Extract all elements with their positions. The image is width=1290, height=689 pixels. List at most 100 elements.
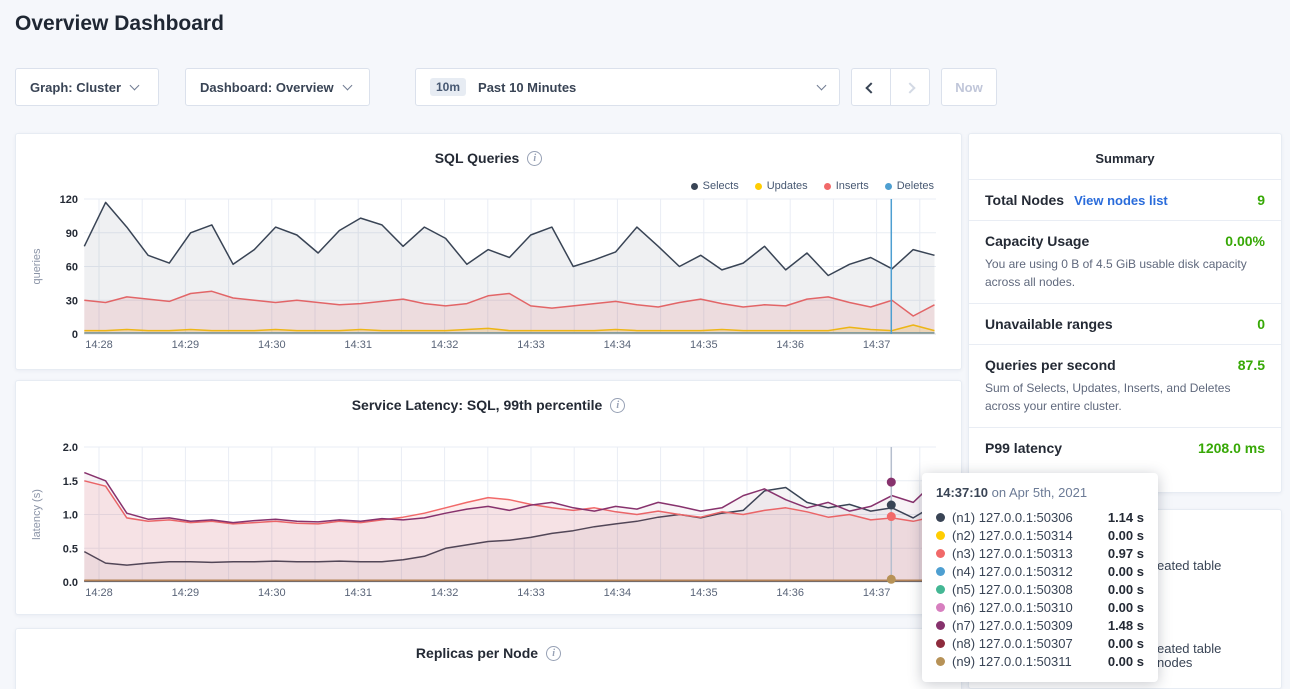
summary-row-p99-latency: P99 latency 1208.0 ms	[969, 427, 1281, 468]
graph-dropdown[interactable]: Graph: Cluster	[15, 68, 159, 106]
svg-text:14:33: 14:33	[517, 587, 545, 599]
chevron-left-icon	[865, 82, 876, 93]
tooltip-row: (n5) 127.0.0.1:503080.00 s	[936, 580, 1144, 598]
svg-text:queries: queries	[31, 248, 43, 285]
chevron-down-icon	[130, 80, 140, 90]
tooltip-row: (n2) 127.0.0.1:503140.00 s	[936, 526, 1144, 544]
summary-description: Sum of Selects, Updates, Inserts, and De…	[985, 379, 1265, 415]
dashboard-dropdown[interactable]: Dashboard: Overview	[185, 68, 370, 106]
overview-dashboard-page: Overview Dashboard Graph: Cluster Dashbo…	[0, 0, 1290, 689]
svg-text:60: 60	[66, 262, 78, 274]
series-dot	[936, 639, 945, 648]
summary-label: Total Nodes	[985, 192, 1064, 208]
svg-text:30: 30	[66, 295, 78, 307]
svg-text:14:36: 14:36	[776, 587, 804, 599]
summary-label: P99 latency	[985, 440, 1062, 456]
series-dot	[936, 531, 945, 540]
chevron-right-icon	[904, 82, 915, 93]
svg-text:14:34: 14:34	[604, 339, 632, 351]
summary-row-capacity-usage: Capacity Usage 0.00% You are using 0 B o…	[969, 220, 1281, 303]
svg-text:14:37: 14:37	[863, 587, 891, 599]
chevron-down-icon	[342, 80, 352, 90]
svg-text:1.0: 1.0	[63, 510, 78, 522]
summary-row-unavailable-ranges: Unavailable ranges 0	[969, 303, 1281, 344]
time-range-dropdown[interactable]: 10m Past 10 Minutes	[415, 68, 840, 106]
tooltip-timestamp: 14:37:10 on Apr 5th, 2021	[936, 485, 1144, 500]
svg-text:14:34: 14:34	[604, 587, 632, 599]
time-prev-button[interactable]	[851, 68, 891, 106]
svg-text:14:30: 14:30	[258, 587, 286, 599]
sql-queries-chart[interactable]: 0 30 60 90 120 14:28 14:29 14:30 14:31 14:32 14:33…	[16, 134, 963, 371]
tooltip-row: (n7) 127.0.0.1:503091.48 s	[936, 616, 1144, 634]
view-nodes-list-link[interactable]: View nodes list	[1074, 193, 1168, 208]
service-latency-chart[interactable]: 0.0 0.5 1.0 1.5 2.0 14:28 14:29 14:30 14:31 14:32…	[16, 381, 963, 616]
summary-row-queries-per-second: Queries per second 87.5 Sum of Selects, …	[969, 344, 1281, 427]
summary-title: Summary	[969, 134, 1281, 179]
page-title: Overview Dashboard	[15, 12, 224, 36]
summary-value: 0.00%	[1225, 233, 1265, 249]
svg-text:14:35: 14:35	[690, 339, 718, 351]
chevron-down-icon	[817, 80, 827, 90]
series-dot	[936, 621, 945, 630]
svg-text:14:29: 14:29	[172, 587, 200, 599]
series-dot	[936, 513, 945, 522]
tooltip-row: (n3) 127.0.0.1:503130.97 s	[936, 544, 1144, 562]
svg-text:0.5: 0.5	[63, 543, 78, 555]
replicas-per-node-card: Replicas per Node i	[15, 628, 962, 689]
summary-value: 87.5	[1238, 357, 1265, 373]
event-item: eated table	[1157, 641, 1221, 656]
svg-text:14:37: 14:37	[863, 339, 891, 351]
chart-tooltip: 14:37:10 on Apr 5th, 2021 (n1) 127.0.0.1…	[922, 473, 1158, 682]
series-dot	[936, 567, 945, 576]
summary-label: Unavailable ranges	[985, 316, 1113, 332]
svg-text:2.0: 2.0	[63, 442, 78, 454]
series-dot	[936, 657, 945, 666]
svg-text:14:36: 14:36	[776, 339, 804, 351]
svg-text:14:28: 14:28	[85, 339, 113, 351]
svg-text:14:32: 14:32	[431, 339, 459, 351]
svg-text:0: 0	[72, 329, 78, 341]
svg-text:14:35: 14:35	[690, 587, 718, 599]
svg-text:latency (s): latency (s)	[31, 489, 43, 540]
svg-text:14:28: 14:28	[85, 587, 113, 599]
svg-text:14:29: 14:29	[172, 339, 200, 351]
svg-text:1.5: 1.5	[63, 476, 78, 488]
svg-text:14:31: 14:31	[344, 587, 372, 599]
tooltip-row: (n6) 127.0.0.1:503100.00 s	[936, 598, 1144, 616]
tooltip-row: (n1) 127.0.0.1:503061.14 s	[936, 508, 1144, 526]
summary-value: 1208.0 ms	[1198, 440, 1265, 456]
svg-text:14:33: 14:33	[517, 339, 545, 351]
series-dot	[936, 549, 945, 558]
svg-text:90: 90	[66, 228, 78, 240]
summary-value: 0	[1257, 316, 1265, 332]
summary-row-total-nodes: Total Nodes View nodes list 9	[969, 179, 1281, 220]
summary-value: 9	[1257, 192, 1265, 208]
series-dot	[936, 603, 945, 612]
dashboard-dropdown-label: Dashboard: Overview	[200, 80, 334, 95]
summary-panel: Summary Total Nodes View nodes list 9 Ca…	[968, 133, 1282, 493]
summary-description: You are using 0 B of 4.5 GiB usable disk…	[985, 255, 1265, 291]
service-latency-card: Service Latency: SQL, 99th percentile i …	[15, 380, 962, 615]
svg-text:120: 120	[60, 194, 78, 206]
summary-label: Capacity Usage	[985, 233, 1089, 249]
series-dot	[936, 585, 945, 594]
chart-title: Replicas per Node i	[16, 629, 961, 661]
tooltip-row: (n9) 127.0.0.1:503110.00 s	[936, 652, 1144, 670]
sql-queries-card: SQL Queries i Selects Updates Inserts De…	[15, 133, 962, 370]
time-range-badge: 10m	[430, 78, 466, 96]
event-item: nodes	[1157, 655, 1192, 670]
now-button[interactable]: Now	[941, 68, 997, 106]
svg-text:14:31: 14:31	[344, 339, 372, 351]
svg-text:14:30: 14:30	[258, 339, 286, 351]
time-range-label: Past 10 Minutes	[478, 80, 576, 95]
time-pager	[851, 68, 930, 106]
svg-text:0.0: 0.0	[63, 577, 78, 589]
summary-label: Queries per second	[985, 357, 1116, 373]
event-item: eated table	[1157, 558, 1221, 573]
tooltip-row: (n8) 127.0.0.1:503070.00 s	[936, 634, 1144, 652]
graph-dropdown-label: Graph: Cluster	[30, 80, 121, 95]
tooltip-row: (n4) 127.0.0.1:503120.00 s	[936, 562, 1144, 580]
info-icon[interactable]: i	[546, 646, 561, 661]
time-next-button[interactable]	[890, 68, 930, 106]
svg-text:14:32: 14:32	[431, 587, 459, 599]
